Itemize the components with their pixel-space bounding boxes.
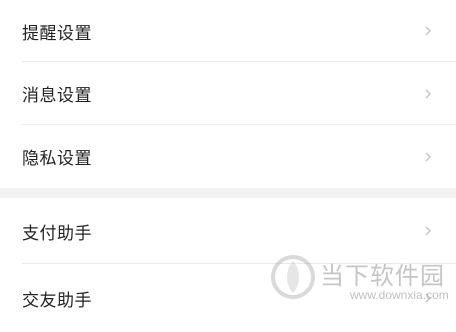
settings-item-label: 消息设置 bbox=[22, 86, 92, 106]
chevron-right-icon bbox=[425, 26, 431, 36]
chevron-right-icon bbox=[425, 89, 431, 98]
settings-item-privacy[interactable]: 隐私设置 bbox=[0, 125, 456, 188]
settings-item-label: 隐私设置 bbox=[22, 149, 92, 169]
settings-item-message[interactable]: 消息设置 bbox=[0, 62, 456, 125]
settings-item-friend-assistant[interactable]: 交友助手 bbox=[0, 264, 456, 332]
section-separator bbox=[0, 188, 456, 198]
settings-item-label: 提醒设置 bbox=[22, 23, 92, 44]
settings-group-general: 提醒设置 消息设置 隐私设置 bbox=[0, 0, 456, 188]
chevron-right-icon bbox=[425, 152, 431, 161]
chevron-right-icon bbox=[425, 293, 431, 303]
settings-item-label: 交友助手 bbox=[22, 290, 92, 311]
settings-group-assistants: 支付助手 交友助手 bbox=[0, 198, 456, 332]
settings-item-payment-assistant[interactable]: 支付助手 bbox=[0, 198, 456, 264]
settings-item-reminder[interactable]: 提醒设置 bbox=[0, 0, 456, 62]
settings-item-label: 支付助手 bbox=[22, 223, 92, 244]
chevron-right-icon bbox=[425, 226, 431, 236]
